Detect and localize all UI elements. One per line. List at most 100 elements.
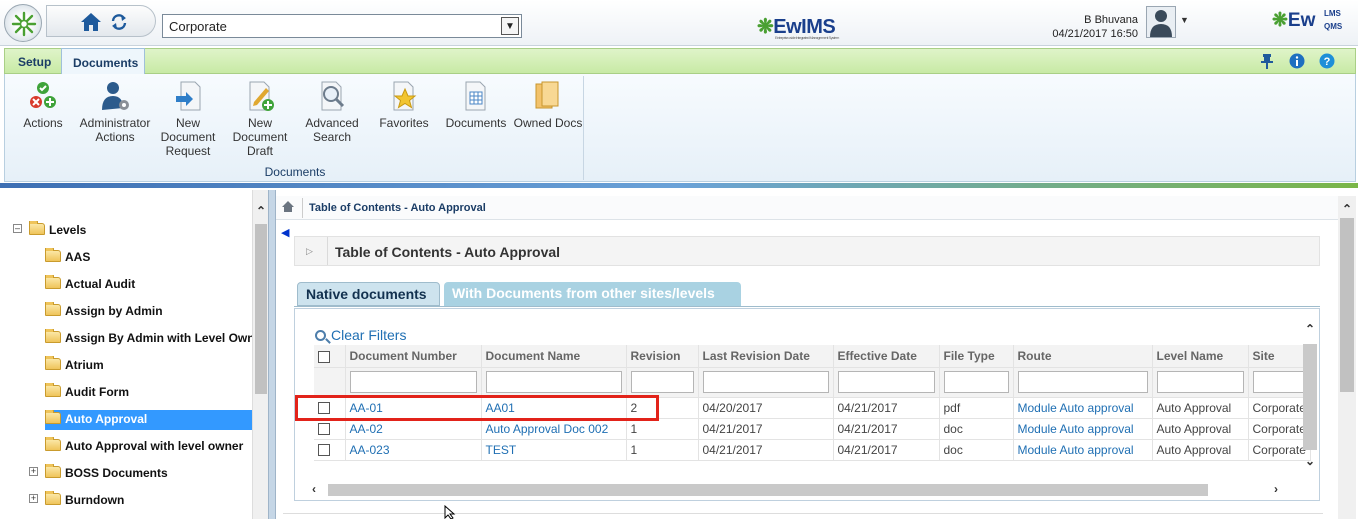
column-header[interactable]: File Type <box>939 345 1014 368</box>
owned-docs-button[interactable]: Owned Docs <box>513 80 583 130</box>
new-document-request-button[interactable]: New Document Request <box>158 80 218 158</box>
grid-horizontal-scrollbar[interactable]: ‹ › <box>306 482 1292 498</box>
administrator-actions-button[interactable]: Administrator Actions <box>78 80 152 144</box>
route-link[interactable]: Module Auto approval <box>1013 418 1153 440</box>
select-all-checkbox[interactable] <box>318 350 330 363</box>
folder-icon <box>45 248 61 262</box>
scroll-right-icon[interactable]: › <box>1274 482 1278 496</box>
grid-vscroll-thumb[interactable] <box>1303 344 1317 450</box>
new-request-icon <box>172 80 204 112</box>
filter-document-number[interactable] <box>349 371 477 393</box>
app-menu-logo-icon[interactable] <box>4 4 42 42</box>
user-menu-caret-icon[interactable]: ▼ <box>1180 15 1189 25</box>
tree-item[interactable]: Burndown <box>45 491 252 511</box>
tree-item[interactable]: Assign by Admin <box>45 302 252 322</box>
row-checkbox[interactable] <box>318 444 330 457</box>
expand-arrow-icon[interactable]: ▷ <box>306 246 313 257</box>
document-name-link[interactable]: Auto Approval Doc 002 <box>481 418 627 440</box>
table-row[interactable]: AA-023 TEST 1 04/21/2017 04/21/2017 doc … <box>314 439 1311 461</box>
info-icon[interactable] <box>1289 53 1305 72</box>
grid-hscroll-thumb[interactable] <box>328 484 1208 496</box>
scroll-up-icon[interactable]: ⌃ <box>1342 202 1352 216</box>
new-document-draft-label: New Document Draft <box>232 116 288 158</box>
advanced-search-button[interactable]: Advanced Search <box>302 80 362 144</box>
effective-date-cell: 04/21/2017 <box>833 418 940 440</box>
filter-last-revision-date[interactable] <box>702 371 829 393</box>
tree-item[interactable]: Assign By Admin with Level Owner <box>45 329 252 349</box>
tree-item[interactable]: Atrium <box>45 356 252 376</box>
administrator-actions-label: Administrator Actions <box>79 116 151 144</box>
tree-item[interactable]: AAS <box>45 248 252 268</box>
actions-button[interactable]: Actions <box>20 80 66 130</box>
favorites-button[interactable]: Favorites <box>376 80 432 130</box>
pin-icon[interactable] <box>1259 53 1275 72</box>
home-icon[interactable] <box>80 12 102 35</box>
tree-expand-boss-documents[interactable]: + <box>29 467 38 476</box>
filter-file-type[interactable] <box>943 371 1009 393</box>
document-number-link[interactable]: AA-023 <box>345 439 482 461</box>
scroll-left-icon[interactable]: ‹ <box>312 482 316 496</box>
route-link[interactable]: Module Auto approval <box>1013 397 1153 419</box>
folder-icon <box>45 329 61 343</box>
star-icon <box>388 80 420 112</box>
tree-item[interactable]: Audit Form <box>45 383 252 403</box>
favorites-label: Favorites <box>379 116 429 130</box>
filter-document-name[interactable] <box>485 371 622 393</box>
tree-collapse-levels[interactable]: – <box>13 224 22 233</box>
grid-vertical-scrollbar[interactable]: ⌃ ⌄ <box>1302 322 1318 472</box>
table-row[interactable]: AA-02 Auto Approval Doc 002 1 04/21/2017… <box>314 418 1311 440</box>
help-icon[interactable]: ? <box>1319 53 1335 72</box>
filter-effective-date[interactable] <box>837 371 935 393</box>
row-checkbox[interactable] <box>318 423 330 436</box>
content-scroll-thumb[interactable] <box>1340 218 1354 392</box>
content-scrollbar[interactable]: ⌃ <box>1338 196 1356 519</box>
filter-cell <box>1013 367 1153 398</box>
tree-scroll-thumb[interactable] <box>255 224 267 394</box>
clear-filters-link[interactable]: Clear Filters <box>315 327 406 343</box>
filter-route[interactable] <box>1017 371 1148 393</box>
tree-expand-burndown[interactable]: + <box>29 494 38 503</box>
ribbon-tab-bar <box>4 48 1356 74</box>
site-select[interactable]: Corporate ▼ <box>162 14 522 38</box>
column-header[interactable]: Level Name <box>1152 345 1249 368</box>
tab-documents[interactable]: Documents <box>61 48 145 75</box>
scroll-up-icon[interactable]: ⌃ <box>256 204 266 218</box>
tab-native-documents[interactable]: Native documents <box>297 282 440 306</box>
route-link[interactable]: Module Auto approval <box>1013 439 1153 461</box>
tree-item[interactable]: Actual Audit <box>45 275 252 295</box>
column-header[interactable]: Revision <box>626 345 699 368</box>
tab-other-sites-documents[interactable]: With Documents from other sites/levels <box>444 282 741 306</box>
column-header[interactable]: Document Name <box>481 345 627 368</box>
ewqms-logo: ❋Ew LMS QMS <box>1272 9 1343 31</box>
tree-scrollbar[interactable]: ⌃ <box>252 190 268 519</box>
document-number-link[interactable]: AA-02 <box>345 418 482 440</box>
documents-icon <box>460 80 492 112</box>
tree-item[interactable]: Auto Approval with level owner <box>45 437 252 457</box>
new-document-draft-button[interactable]: New Document Draft <box>230 80 290 158</box>
pane-splitter[interactable] <box>268 190 276 519</box>
user-avatar-icon[interactable] <box>1146 6 1176 38</box>
column-header[interactable]: Last Revision Date <box>698 345 834 368</box>
document-name-link[interactable]: TEST <box>481 439 627 461</box>
column-header[interactable]: Route <box>1013 345 1153 368</box>
chevron-down-icon[interactable]: ▼ <box>501 17 519 35</box>
scroll-down-icon[interactable]: ⌄ <box>1305 454 1315 468</box>
column-header[interactable]: Effective Date <box>833 345 940 368</box>
filter-row <box>314 367 1311 398</box>
mouse-cursor-icon <box>444 504 456 522</box>
breadcrumb-home-icon[interactable] <box>281 200 295 216</box>
documents-button[interactable]: Documents <box>444 80 508 130</box>
tree-item-selected[interactable]: Auto Approval <box>45 410 252 430</box>
last-revision-date-cell: 04/21/2017 <box>698 418 834 440</box>
filter-site[interactable] <box>1252 371 1306 393</box>
filter-revision[interactable] <box>630 371 694 393</box>
tree-item[interactable]: BOSS Documents <box>45 464 252 484</box>
breadcrumb-current[interactable]: Table of Contents - Auto Approval <box>309 202 486 214</box>
tree-root-levels[interactable]: Levels <box>29 221 249 241</box>
column-header[interactable]: Document Number <box>345 345 482 368</box>
scroll-up-icon[interactable]: ⌃ <box>1305 322 1315 336</box>
tab-setup[interactable]: Setup <box>6 48 63 75</box>
refresh-icon[interactable] <box>110 13 128 34</box>
filter-level-name[interactable] <box>1156 371 1244 393</box>
collapse-panel-icon[interactable]: ◀ <box>281 226 289 239</box>
